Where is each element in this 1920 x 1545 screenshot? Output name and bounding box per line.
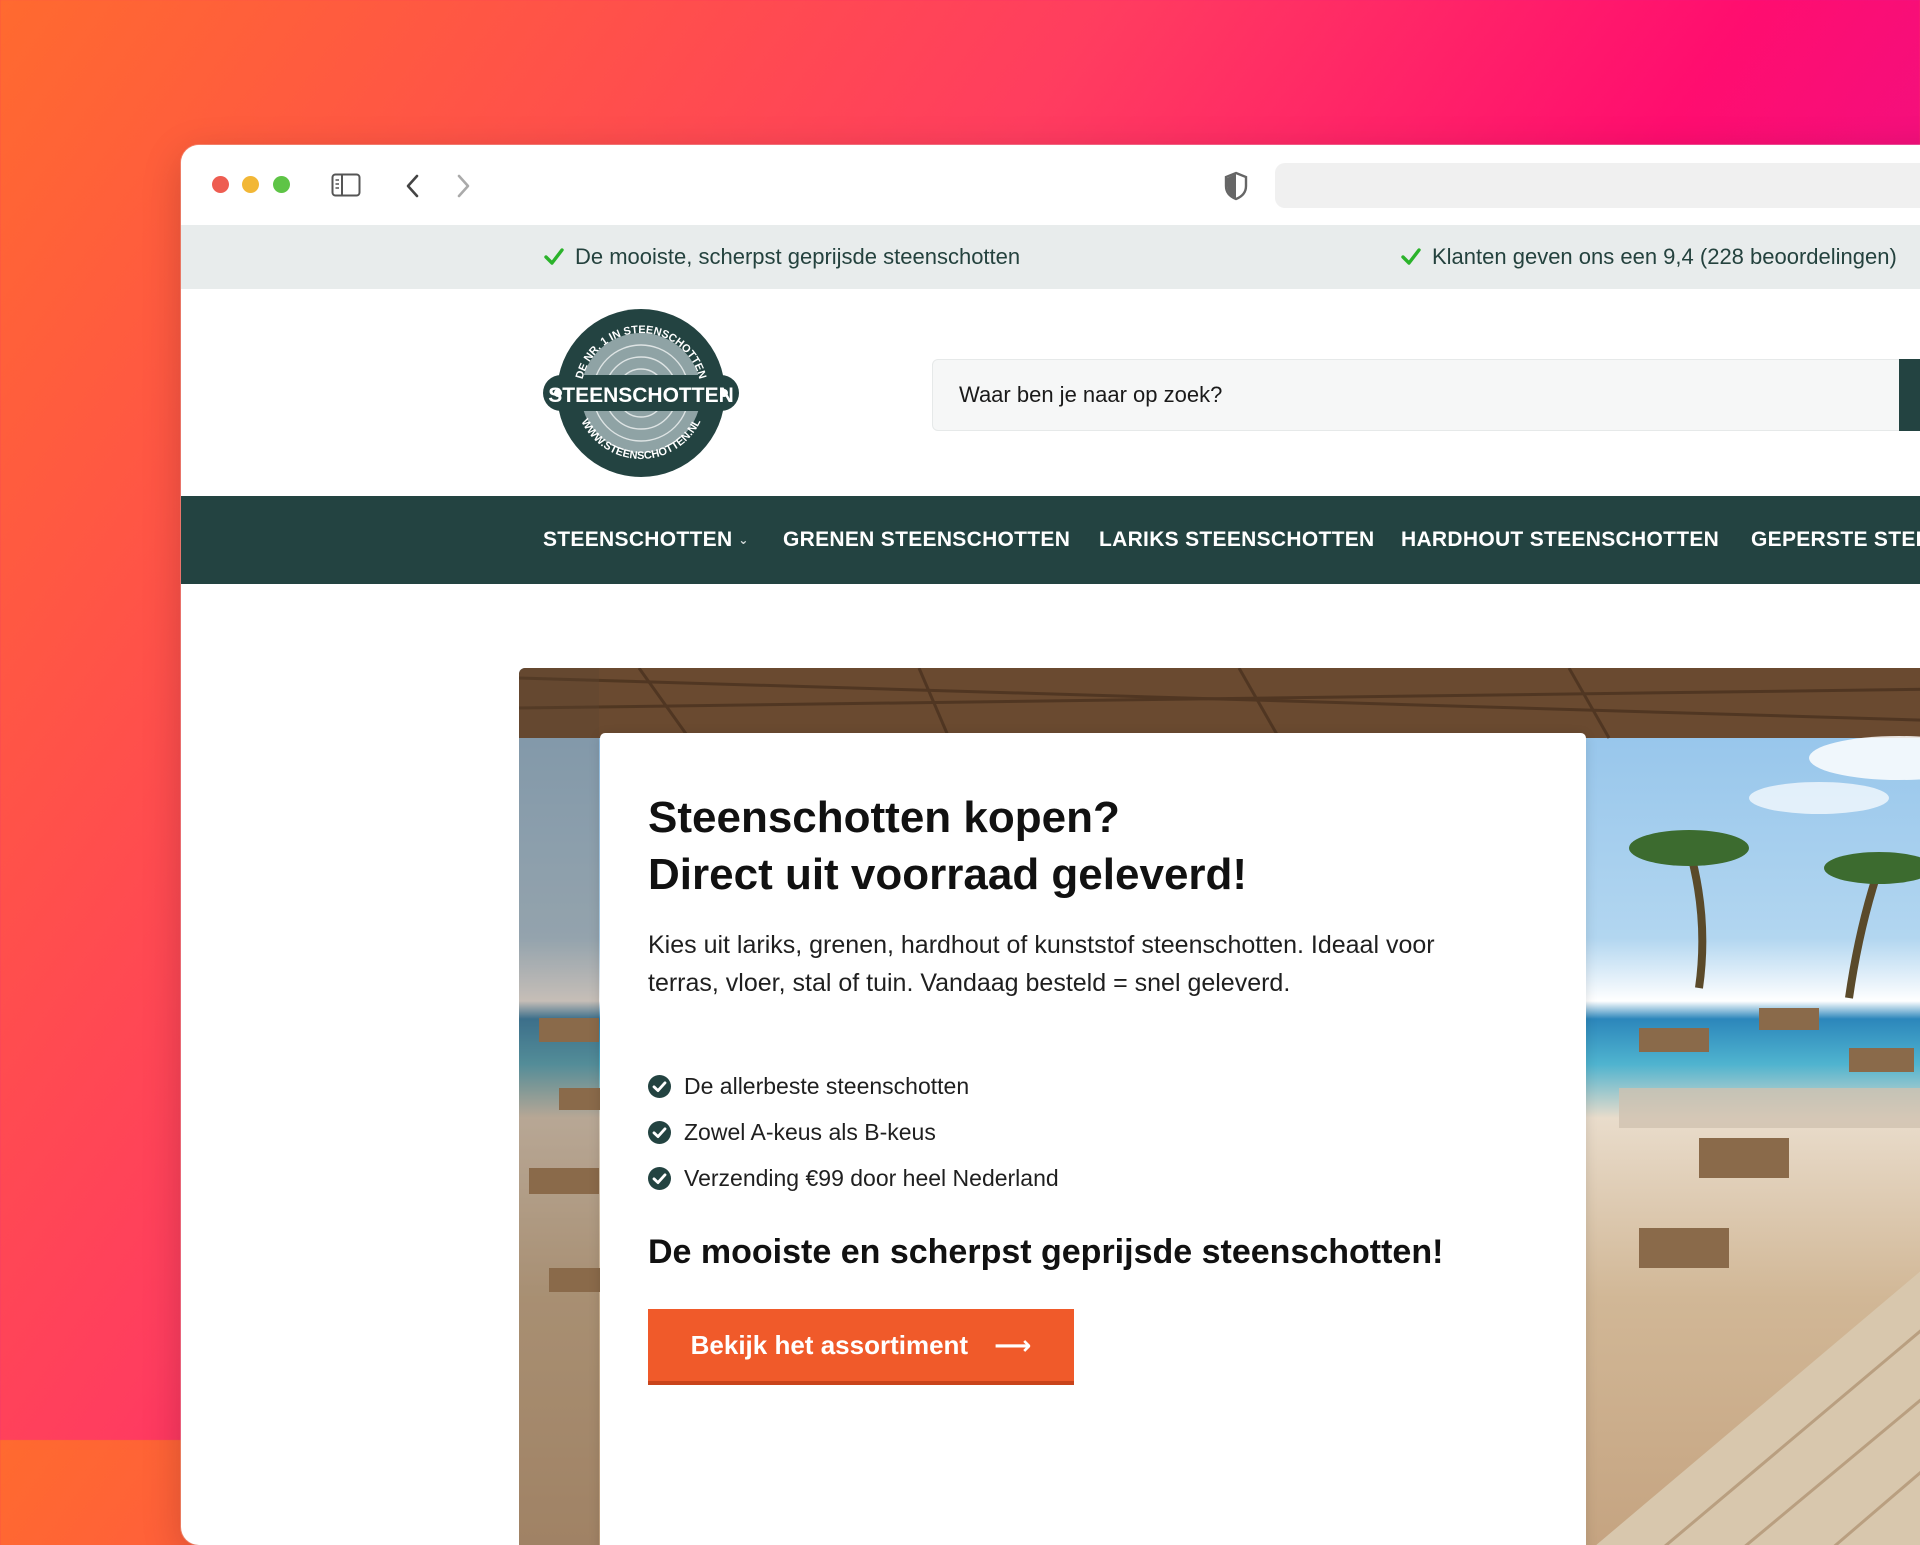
hero-subtitle: De mooiste en scherpst geprijsde steensc… — [648, 1233, 1444, 1271]
hero-title-line-1: Steenschotten kopen? — [648, 793, 1120, 842]
check-circle-icon — [648, 1166, 671, 1190]
nav-item-label: GRENEN STEENSCHOTTEN — [783, 528, 1071, 551]
feature-item: De allerbeste steenschotten — [648, 1063, 1059, 1109]
feature-item: Zowel A-keus als B-keus — [648, 1109, 1059, 1155]
nav-item-label: STEENSCHOTTEN — [543, 528, 733, 551]
shield-icon[interactable] — [1223, 171, 1249, 201]
hero-intro: Kies uit lariks, grenen, hardhout of kun… — [648, 931, 1435, 997]
usp-item: Klanten geven ons een 9,4 (228 beoordeli… — [1400, 225, 1897, 289]
check-circle-icon — [648, 1074, 671, 1098]
browser-toolbar — [181, 145, 1920, 226]
feature-text: De allerbeste steenschotten — [684, 1072, 970, 1099]
nav-item-hardhout[interactable]: HARDHOUT STEENSCHOTTEN — [1401, 496, 1719, 584]
arrow-right-icon: ⟶ — [994, 1329, 1032, 1360]
view-assortment-button[interactable]: Bekijk het assortiment ⟶ — [648, 1309, 1074, 1385]
nav-item-steenschotten[interactable]: STEENSCHOTTEN ⌄ — [543, 496, 749, 584]
browser-window: De mooiste, scherpst geprijsde steenscho… — [181, 145, 1920, 1545]
site-header: STEENSCHOTTEN DE NR. 1 IN STEENSCHOTTEN … — [181, 289, 1920, 496]
sidebar-icon[interactable] — [331, 173, 361, 197]
address-bar[interactable] — [1275, 163, 1920, 208]
feature-item: Verzending €99 door heel Nederland — [648, 1155, 1059, 1201]
close-window-button[interactable] — [212, 176, 229, 193]
nav-item-grenen[interactable]: GRENEN STEENSCHOTTEN — [783, 496, 1070, 584]
back-icon[interactable] — [403, 172, 423, 200]
chevron-down-icon: ⌄ — [738, 533, 749, 547]
feature-list: De allerbeste steenschotten Zowel A-keus… — [648, 1063, 1059, 1201]
nav-item-geperste[interactable]: GEPERSTE STEEN — [1751, 496, 1920, 584]
main-nav: STEENSCHOTTEN ⌄ GRENEN STEENSCHOTTEN LAR… — [181, 496, 1920, 584]
check-icon — [1401, 248, 1421, 265]
usp-item: De mooiste, scherpst geprijsde steenscho… — [543, 225, 1020, 289]
logo-band-text: STEENSCHOTTEN — [548, 384, 734, 407]
feature-text: Verzending €99 door heel Nederland — [684, 1164, 1059, 1191]
usp-text: Klanten geven ons een 9,4 (228 beoordeli… — [1432, 244, 1897, 269]
search-input[interactable]: Waar ben je naar op zoek? — [932, 359, 1920, 431]
check-icon — [544, 248, 564, 265]
nav-item-label: HARDHOUT STEENSCHOTTEN — [1401, 528, 1720, 551]
maximize-window-button[interactable] — [273, 176, 290, 193]
hero-title-line-2: Direct uit voorraad geleverd! — [648, 850, 1248, 899]
usp-text: De mooiste, scherpst geprijsde steenscho… — [575, 244, 1021, 269]
logo[interactable]: STEENSCHOTTEN DE NR. 1 IN STEENSCHOTTEN … — [543, 307, 739, 479]
check-circle-icon — [648, 1120, 671, 1144]
usp-bar: De mooiste, scherpst geprijsde steenscho… — [181, 225, 1920, 289]
minimize-window-button[interactable] — [242, 176, 259, 193]
hero-card: Steenschotten kopen? Direct uit voorraad… — [600, 733, 1586, 1545]
nav-item-label: LARIKS STEENSCHOTTEN — [1099, 528, 1375, 551]
hero-title: Steenschotten kopen? Direct uit voorraad… — [648, 789, 1548, 903]
search-button[interactable] — [1899, 359, 1920, 431]
cta-label: Bekijk het assortiment — [690, 1329, 969, 1360]
nav-item-label: GEPERSTE STEEN — [1751, 528, 1920, 551]
feature-text: Zowel A-keus als B-keus — [684, 1118, 936, 1145]
forward-icon[interactable] — [453, 172, 473, 200]
nav-item-lariks[interactable]: LARIKS STEENSCHOTTEN — [1099, 496, 1375, 584]
